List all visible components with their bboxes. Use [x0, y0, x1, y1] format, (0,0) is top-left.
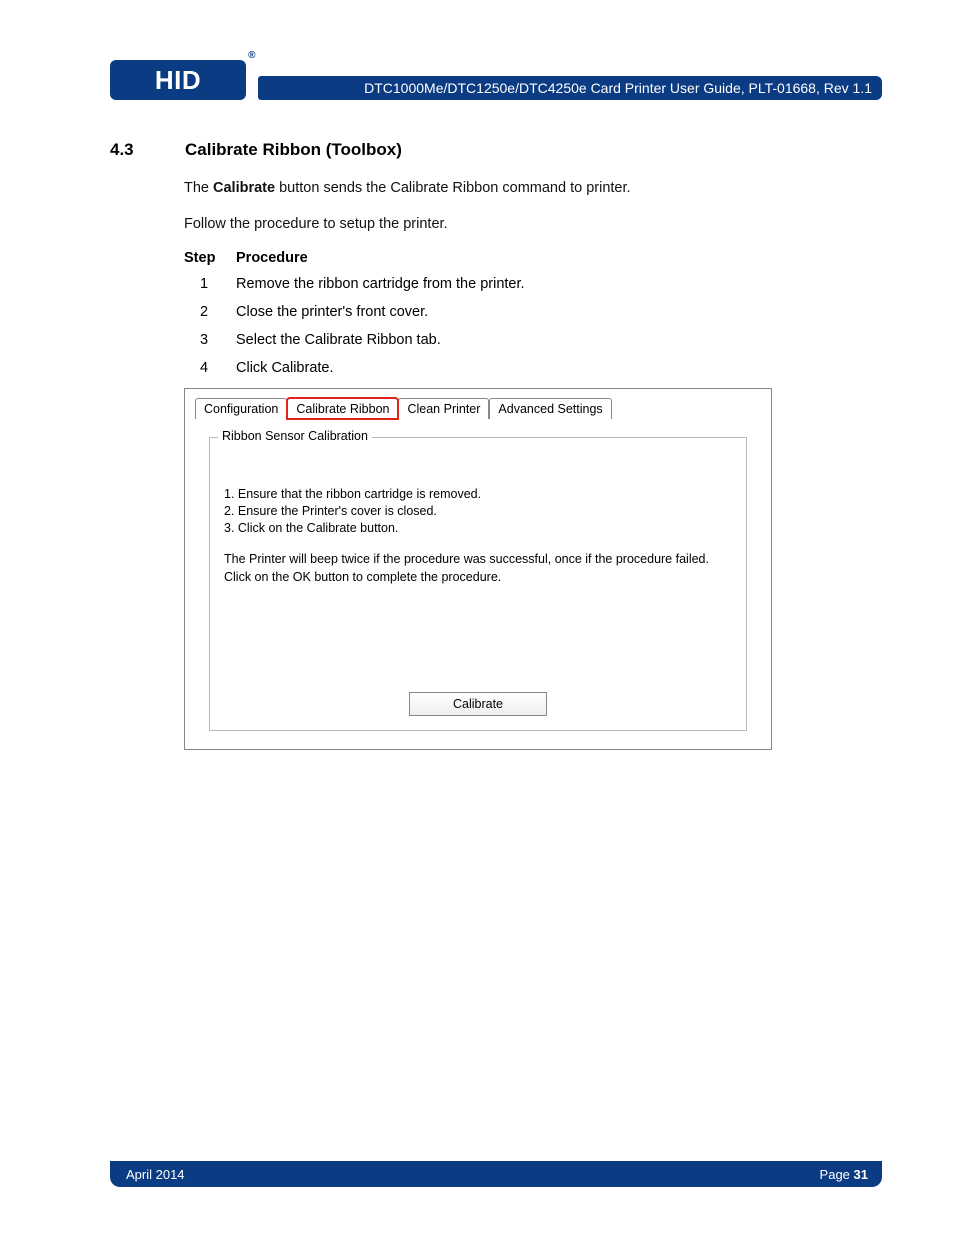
- tabs-row: Configuration Calibrate Ribbon Clean Pri…: [185, 389, 771, 419]
- step-number: 3: [184, 332, 236, 348]
- result-note-1: The Printer will beep twice if the proce…: [224, 551, 732, 567]
- step-number: 2: [184, 304, 236, 320]
- dialog-screenshot: Configuration Calibrate Ribbon Clean Pri…: [184, 388, 772, 750]
- logo-text: HID: [155, 65, 201, 96]
- document-title: DTC1000Me/DTC1250e/DTC4250e Card Printer…: [364, 80, 872, 96]
- table-row: 4 Click Calibrate.: [184, 360, 882, 376]
- registered-mark: ®: [248, 50, 256, 61]
- step-text: Close the printer's front cover.: [236, 304, 882, 320]
- step-number: 1: [184, 276, 236, 292]
- procedure-table: Step Procedure 1 Remove the ribbon cartr…: [184, 250, 882, 376]
- procedure-header-row: Step Procedure: [184, 250, 882, 266]
- intro-line-1: The Calibrate button sends the Calibrate…: [184, 178, 882, 200]
- instruction-3: 3. Click on the Calibrate button.: [224, 520, 732, 536]
- col-step: Step: [184, 250, 236, 266]
- section-number: 4.3: [110, 140, 155, 160]
- intro-text: The Calibrate button sends the Calibrate…: [184, 178, 882, 236]
- table-row: 2 Close the printer's front cover.: [184, 304, 882, 320]
- instruction-2: 2. Ensure the Printer's cover is closed.: [224, 503, 732, 519]
- logo: HID ®: [110, 60, 246, 100]
- footer-date: April 2014: [126, 1167, 185, 1182]
- step-text: Click Calibrate.: [236, 360, 882, 376]
- result-note-2: Click on the OK button to complete the p…: [224, 569, 732, 585]
- tab-advanced-settings[interactable]: Advanced Settings: [489, 398, 611, 419]
- step-text: Remove the ribbon cartridge from the pri…: [236, 276, 882, 292]
- section-title: Calibrate Ribbon (Toolbox): [185, 140, 402, 160]
- fieldset-legend: Ribbon Sensor Calibration: [218, 429, 372, 443]
- intro-line-2: Follow the procedure to setup the printe…: [184, 214, 882, 236]
- section-heading: 4.3 Calibrate Ribbon (Toolbox): [110, 140, 882, 160]
- page-footer: April 2014 Page 31: [110, 1161, 882, 1187]
- document-title-bar: DTC1000Me/DTC1250e/DTC4250e Card Printer…: [258, 76, 882, 100]
- col-procedure: Procedure: [236, 250, 308, 266]
- section-body: 4.3 Calibrate Ribbon (Toolbox) The Calib…: [110, 140, 882, 750]
- instruction-1: 1. Ensure that the ribbon cartridge is r…: [224, 486, 732, 502]
- fieldset-content: 1. Ensure that the ribbon cartridge is r…: [210, 438, 746, 596]
- table-row: 3 Select the Calibrate Ribbon tab.: [184, 332, 882, 348]
- footer-page: Page 31: [820, 1167, 868, 1182]
- table-row: 1 Remove the ribbon cartridge from the p…: [184, 276, 882, 292]
- tab-clean-printer[interactable]: Clean Printer: [398, 398, 489, 419]
- tab-calibrate-ribbon[interactable]: Calibrate Ribbon: [287, 398, 398, 419]
- calibrate-button[interactable]: Calibrate: [409, 692, 547, 716]
- ribbon-sensor-calibration-group: Ribbon Sensor Calibration 1. Ensure that…: [209, 437, 747, 731]
- step-number: 4: [184, 360, 236, 376]
- page-header: HID ® DTC1000Me/DTC1250e/DTC4250e Card P…: [110, 60, 882, 100]
- tab-configuration[interactable]: Configuration: [195, 398, 287, 419]
- step-text: Select the Calibrate Ribbon tab.: [236, 332, 882, 348]
